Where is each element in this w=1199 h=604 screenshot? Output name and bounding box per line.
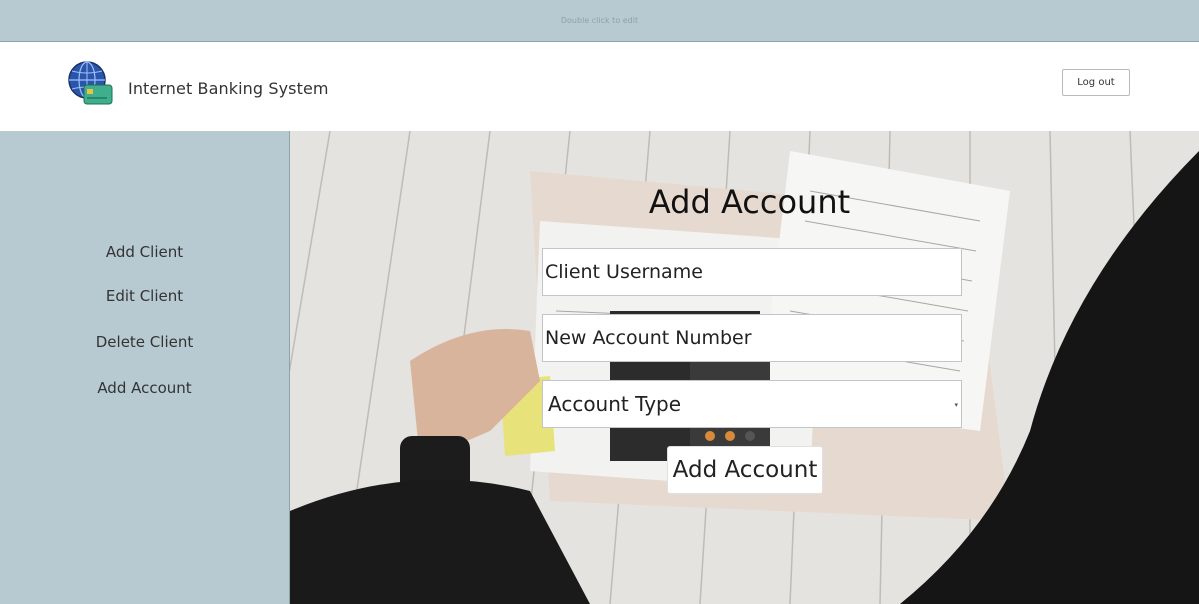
sidebar-item-delete-client[interactable]: Delete Client xyxy=(0,333,289,351)
logout-button[interactable]: Log out xyxy=(1062,69,1130,96)
globe-card-icon xyxy=(68,61,113,105)
chevron-down-icon: ▾ xyxy=(954,402,958,409)
edit-hint: Double click to edit xyxy=(560,16,639,25)
brand-title: Internet Banking System xyxy=(128,79,329,98)
client-username-input[interactable] xyxy=(542,248,962,296)
main-content: Add Account Account Type ▾ Add Account xyxy=(290,131,1199,604)
sidebar: Add Client Edit Client Delete Client Add… xyxy=(0,131,290,604)
sidebar-item-edit-client[interactable]: Edit Client xyxy=(0,287,289,305)
sidebar-item-add-client[interactable]: Add Client xyxy=(0,243,289,261)
account-type-value: Account Type xyxy=(548,392,682,416)
account-type-select[interactable]: Account Type ▾ xyxy=(542,380,962,428)
site-header: Internet Banking System Log out xyxy=(0,42,1199,132)
sidebar-item-add-account[interactable]: Add Account xyxy=(0,379,289,397)
top-edit-bar[interactable]: Double click to edit xyxy=(0,0,1199,42)
account-number-input[interactable] xyxy=(542,314,962,362)
page-title: Add Account xyxy=(648,183,851,221)
add-account-button[interactable]: Add Account xyxy=(667,446,823,494)
